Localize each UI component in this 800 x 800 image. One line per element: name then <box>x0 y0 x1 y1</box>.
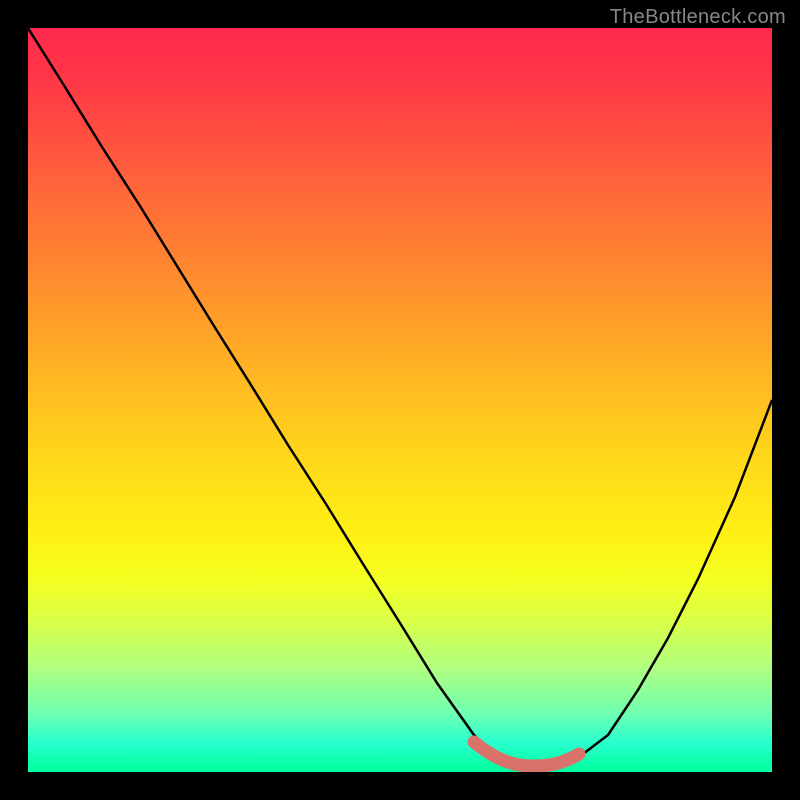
bottleneck-curve <box>28 28 772 765</box>
plot-area <box>28 28 772 772</box>
curve-layer <box>28 28 772 772</box>
chart-frame: TheBottleneck.com <box>0 0 800 800</box>
credit-text: TheBottleneck.com <box>610 6 786 29</box>
optimal-band <box>474 742 579 766</box>
